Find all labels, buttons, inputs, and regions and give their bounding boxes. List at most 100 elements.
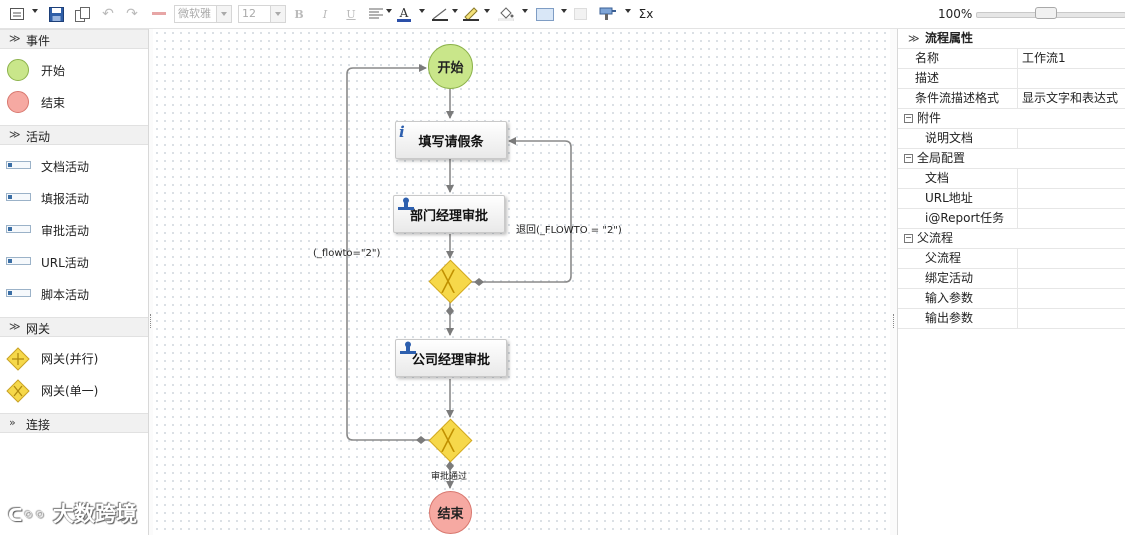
palette-item-label: 填报活动: [41, 192, 90, 206]
redo-icon[interactable]: ↷: [124, 5, 140, 23]
end-node[interactable]: 结束: [429, 491, 472, 534]
undo-icon[interactable]: ↶: [100, 5, 116, 23]
task-dept-manager-approval[interactable]: 部门经理审批: [393, 195, 505, 233]
gateway-x-icon: ╳: [442, 428, 455, 452]
palette-item-parallel-gateway[interactable]: 网关(并行): [0, 343, 148, 373]
prop-row-url[interactable]: URL地址: [898, 189, 1125, 209]
font-color-caret[interactable]: [419, 9, 425, 13]
prop-value-condition-format[interactable]: 显示文字和表达式: [1017, 89, 1125, 108]
section-label: 网关: [26, 322, 51, 336]
toolbar: ↶ ↷ 微软雅 12 B I U A Σx 100%: [0, 0, 1125, 29]
italic-button[interactable]: I: [318, 5, 332, 23]
menu-icon[interactable]: [9, 5, 25, 23]
end-event-icon: [7, 91, 29, 113]
palette-item-approval-activity[interactable]: 审批活动: [0, 215, 148, 245]
prop-category-parent-flow[interactable]: − 父流程: [898, 229, 1125, 249]
format-painter-icon[interactable]: [598, 5, 618, 23]
palette-item-document-activity[interactable]: 文档活动: [0, 151, 148, 181]
align-dropdown-caret[interactable]: [386, 9, 392, 13]
chevron-down-icon: [216, 6, 231, 22]
category-label: 全局配置: [917, 151, 966, 165]
palette-item-fill-activity[interactable]: 填报活动: [0, 183, 148, 213]
font-color-glyph: A: [399, 5, 409, 20]
line-color-caret[interactable]: [484, 9, 490, 13]
palette-item-exclusive-gateway[interactable]: 网关(单一): [0, 375, 148, 405]
underline-button[interactable]: U: [344, 5, 358, 23]
palette-section-events[interactable]: ≫ 事件: [0, 29, 148, 49]
prop-value-name[interactable]: 工作流1: [1017, 49, 1125, 68]
palette-section-activities[interactable]: ≫ 活动: [0, 125, 148, 145]
workflow-canvas[interactable]: 开始 i 填写请假条 部门经理审批 ╳ 公司经理审批 ╳ 结束 退回(_FLOW…: [153, 29, 890, 535]
edge-loop-label[interactable]: (_flowto="2"): [313, 248, 380, 259]
prop-category-global[interactable]: − 全局配置: [898, 149, 1125, 169]
prop-row-input-params[interactable]: 输入参数: [898, 289, 1125, 309]
format-painter-caret[interactable]: [625, 9, 631, 13]
prop-value[interactable]: [1017, 129, 1125, 148]
splitter-grip: [893, 314, 895, 328]
palette-item-url-activity[interactable]: URL活动: [0, 247, 148, 277]
prop-key: 绑定活动: [925, 271, 974, 285]
prop-value[interactable]: [1017, 309, 1125, 328]
prop-row-instruction-doc[interactable]: 说明文档: [898, 129, 1125, 149]
align-icon[interactable]: [368, 5, 384, 23]
prop-row-name[interactable]: 名称 工作流1: [898, 49, 1125, 69]
prop-row-report-task[interactable]: i@Report任务: [898, 209, 1125, 229]
prop-value[interactable]: [1017, 169, 1125, 188]
prop-row-bind-activity[interactable]: 绑定活动: [898, 269, 1125, 289]
start-node[interactable]: 开始: [428, 44, 473, 89]
prop-category-attachments[interactable]: − 附件: [898, 109, 1125, 129]
zoom-slider-thumb[interactable]: [1035, 7, 1057, 19]
edge-return-label[interactable]: 退回(_FLOWTO = "2"): [516, 221, 622, 236]
font-size-select[interactable]: 12: [238, 5, 286, 23]
task-company-manager-approval[interactable]: 公司经理审批: [395, 339, 507, 377]
right-splitter[interactable]: [890, 29, 898, 535]
prop-value[interactable]: [1017, 209, 1125, 228]
save-icon[interactable]: [47, 5, 65, 23]
chevron-down-icon: [270, 6, 285, 22]
properties-panel: ≫ 流程属性 名称 工作流1 描述 条件流描述格式 显示文字和表达式 − 附件 …: [898, 29, 1125, 535]
menu-dropdown-caret[interactable]: [32, 9, 38, 13]
bold-button[interactable]: B: [292, 5, 306, 23]
prop-row-parent-flow[interactable]: 父流程: [898, 249, 1125, 269]
fill-color-icon[interactable]: [497, 5, 515, 23]
shape-style-icon[interactable]: [535, 5, 555, 23]
task-label: 填写请假条: [418, 134, 484, 150]
prop-row-document[interactable]: 文档: [898, 169, 1125, 189]
font-family-select[interactable]: 微软雅: [174, 5, 232, 23]
palette-item-script-activity[interactable]: 脚本活动: [0, 279, 148, 309]
prop-value[interactable]: [1017, 269, 1125, 288]
edge-pass-label[interactable]: 审批通过: [431, 469, 467, 482]
palette-section-connections[interactable]: » 连接: [0, 413, 148, 433]
collapse-icon: ≫: [9, 128, 21, 141]
splitter-grip: [150, 314, 152, 328]
delete-icon[interactable]: [151, 5, 167, 23]
task-fill-leave-request[interactable]: i 填写请假条: [395, 121, 507, 159]
font-color-button[interactable]: A: [396, 5, 412, 23]
shadow-icon[interactable]: [573, 5, 589, 23]
formula-button[interactable]: Σx: [637, 5, 655, 23]
properties-header[interactable]: ≫ 流程属性: [898, 29, 1125, 49]
prop-value[interactable]: [1017, 249, 1125, 268]
copy-icon[interactable]: [73, 5, 91, 23]
collapse-icon: ≫: [9, 32, 21, 45]
document-activity-icon: [6, 161, 31, 169]
start-event-icon: [7, 59, 29, 81]
prop-row-output-params[interactable]: 输出参数: [898, 309, 1125, 329]
line-style-icon[interactable]: [431, 5, 449, 23]
properties-title: 流程属性: [925, 31, 974, 45]
prop-value[interactable]: [1017, 289, 1125, 308]
fill-color-caret[interactable]: [522, 9, 528, 13]
palette-item-start[interactable]: 开始: [0, 55, 148, 85]
line-style-caret[interactable]: [452, 9, 458, 13]
shape-style-caret[interactable]: [561, 9, 567, 13]
palette-item-end[interactable]: 结束: [0, 87, 148, 117]
prop-value[interactable]: [1017, 189, 1125, 208]
prop-value-description[interactable]: [1017, 69, 1125, 88]
palette-section-gateways[interactable]: ≫ 网关: [0, 317, 148, 337]
prop-row-condition-format[interactable]: 条件流描述格式 显示文字和表达式: [898, 89, 1125, 109]
prop-key: 说明文档: [925, 131, 974, 145]
prop-key: 条件流描述格式: [915, 91, 1000, 105]
prop-row-description[interactable]: 描述: [898, 69, 1125, 89]
line-color-icon[interactable]: [462, 5, 480, 23]
prop-key: i@Report任务: [925, 211, 1005, 225]
